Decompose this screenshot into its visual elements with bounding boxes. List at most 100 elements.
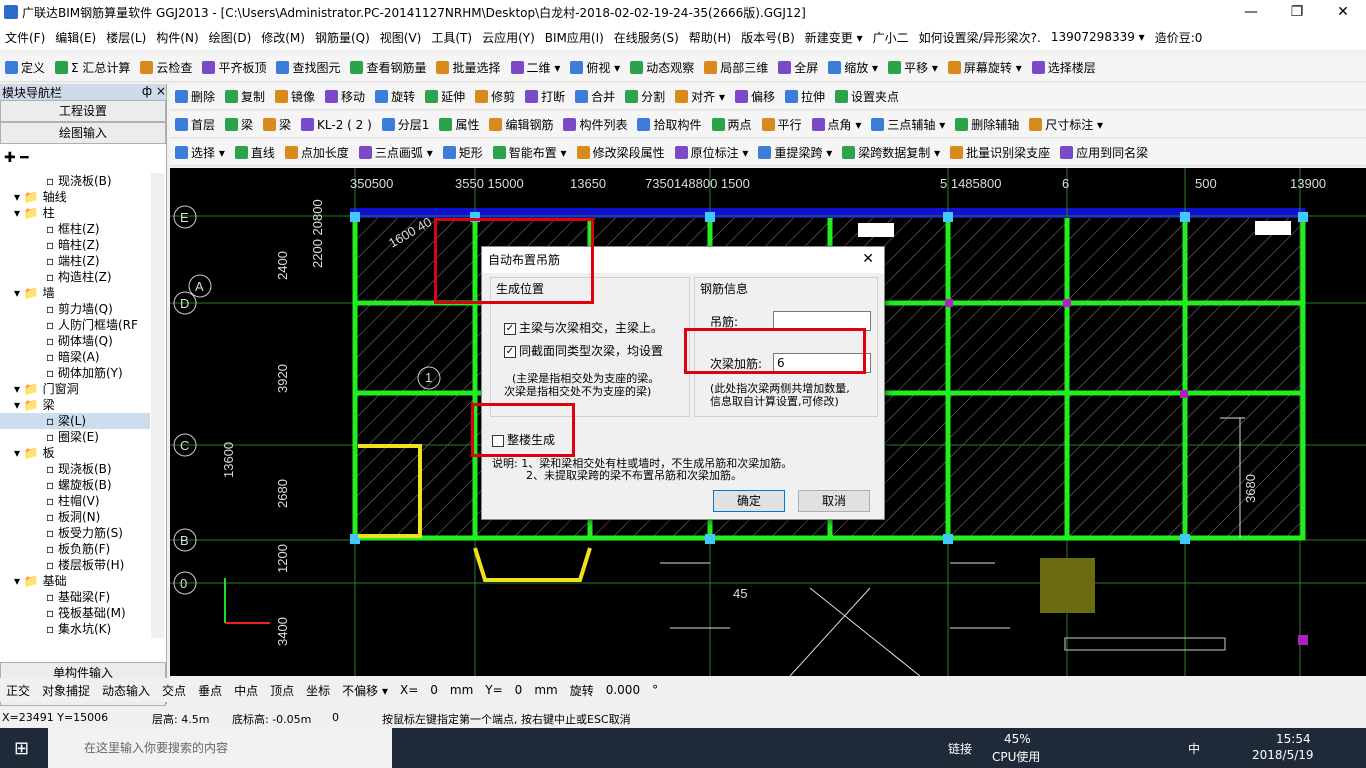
- toolbar2-button-5[interactable]: 延伸: [420, 88, 470, 105]
- menu-item-12[interactable]: 帮助(H): [684, 29, 736, 46]
- taskbar-search-box[interactable]: 在这里输入你要搜索的内容: [48, 728, 392, 768]
- toolbar2-button-11[interactable]: 偏移: [730, 88, 780, 105]
- status-item-13[interactable]: 0: [509, 683, 529, 697]
- restore-button[interactable]: ❐: [1274, 0, 1320, 24]
- tree-item[interactable]: ▫ 楼层板带(H): [0, 557, 150, 573]
- toolbar1-button-14[interactable]: 屏幕旋转 ▾: [943, 59, 1027, 76]
- ime-indicator[interactable]: 中: [1188, 740, 1200, 757]
- toolbar1-button-6[interactable]: 批量选择: [431, 59, 505, 76]
- toolbar1-button-5[interactable]: 查看钢筋量: [345, 59, 431, 76]
- toolbar4-button-3[interactable]: 三点画弧 ▾: [354, 144, 438, 161]
- clock-date[interactable]: 2018/5/19: [1252, 748, 1314, 762]
- toolbar1-button-1[interactable]: Σ 汇总计算: [50, 59, 135, 76]
- menu-item-15[interactable]: 广小二: [868, 29, 914, 46]
- status-item-2[interactable]: 动态输入: [96, 682, 156, 699]
- menu-item-7[interactable]: 视图(V): [375, 29, 427, 46]
- toolbar3-button-7[interactable]: 构件列表: [558, 116, 632, 133]
- toolbar2-button-13[interactable]: 设置夹点: [830, 88, 904, 105]
- toolbar3-button-10[interactable]: 平行: [757, 116, 807, 133]
- toolbar1-button-11[interactable]: 全屏: [773, 59, 823, 76]
- toolbar3-button-11[interactable]: 点角 ▾: [807, 116, 867, 133]
- status-item-14[interactable]: mm: [528, 683, 563, 697]
- tree-item[interactable]: ▫ 基础梁(F): [0, 589, 150, 605]
- toolbar1-button-8[interactable]: 俯视 ▾: [565, 59, 625, 76]
- main-secondary-checkbox[interactable]: ✓ 主梁与次梁相交，主梁上。: [504, 319, 663, 336]
- toolbar2-button-7[interactable]: 打断: [520, 88, 570, 105]
- same-section-checkbox[interactable]: ✓ 同截面同类型次梁，均设置: [504, 342, 663, 359]
- toolbar2-button-0[interactable]: 删除: [170, 88, 220, 105]
- toolbar3-button-8[interactable]: 拾取构件: [632, 116, 706, 133]
- tree-item[interactable]: ▫ 梁(L): [0, 413, 150, 429]
- toolbar4-button-9[interactable]: 梁跨数据复制 ▾: [837, 144, 945, 161]
- toolbar4-button-5[interactable]: 智能布置 ▾: [488, 144, 572, 161]
- status-item-12[interactable]: Y=: [479, 683, 508, 697]
- toolbar1-button-15[interactable]: 选择楼层: [1027, 59, 1101, 76]
- toolbar3-button-2[interactable]: 梁: [258, 116, 296, 133]
- toolbar3-button-9[interactable]: 两点: [707, 116, 757, 133]
- tree-item[interactable]: ▫ 框柱(Z): [0, 221, 150, 237]
- status-item-11[interactable]: mm: [444, 683, 479, 697]
- tree-item[interactable]: ▫ 人防门框墙(RF: [0, 317, 150, 333]
- tree-item[interactable]: ▾ 📁 基础: [0, 573, 150, 589]
- toolbar2-button-6[interactable]: 修剪: [470, 88, 520, 105]
- menu-item-11[interactable]: 在线服务(S): [609, 29, 684, 46]
- minimize-button[interactable]: —: [1228, 0, 1274, 24]
- toolbar1-button-13[interactable]: 平移 ▾: [883, 59, 943, 76]
- expand-collapse-icons[interactable]: ✚ ━: [0, 144, 166, 170]
- toolbar3-button-6[interactable]: 编辑钢筋: [484, 116, 558, 133]
- tree-item[interactable]: ▾ 📁 门窗洞: [0, 381, 150, 397]
- toolbar2-button-2[interactable]: 镜像: [270, 88, 320, 105]
- toolbar4-button-11[interactable]: 应用到同名梁: [1055, 144, 1153, 161]
- status-item-6[interactable]: 顶点: [264, 682, 300, 699]
- menu-item-14[interactable]: 新建变更 ▾: [800, 29, 868, 46]
- ok-button[interactable]: 确定: [713, 490, 785, 512]
- status-item-4[interactable]: 垂点: [192, 682, 228, 699]
- tree-item[interactable]: ▫ 集水坑(K): [0, 621, 150, 637]
- toolbar3-button-4[interactable]: 分层1: [377, 116, 435, 133]
- status-item-15[interactable]: 旋转: [564, 682, 600, 699]
- toolbar2-button-3[interactable]: 移动: [320, 88, 370, 105]
- status-item-8[interactable]: 不偏移 ▾: [336, 682, 394, 699]
- tree-item[interactable]: ▾ 📁 墙: [0, 285, 150, 301]
- menu-item-4[interactable]: 绘图(D): [204, 29, 257, 46]
- tree-item[interactable]: ▾ 📁 梁: [0, 397, 150, 413]
- toolbar3-button-5[interactable]: 属性: [434, 116, 484, 133]
- toolbar4-button-1[interactable]: 直线: [230, 144, 280, 161]
- taskbar-link[interactable]: 链接: [948, 740, 972, 757]
- toolbar2-button-1[interactable]: 复制: [220, 88, 270, 105]
- menu-item-8[interactable]: 工具(T): [426, 29, 477, 46]
- tree-item[interactable]: ▫ 砌体墙(Q): [0, 333, 150, 349]
- tree-item[interactable]: ▫ 现浇板(B): [0, 173, 150, 189]
- toolbar1-button-7[interactable]: 二维 ▾: [506, 59, 566, 76]
- cancel-button[interactable]: 取消: [798, 490, 870, 512]
- toolbar1-button-10[interactable]: 局部三维: [699, 59, 773, 76]
- tree-item[interactable]: ▫ 剪力墙(Q): [0, 301, 150, 317]
- status-item-1[interactable]: 对象捕捉: [36, 682, 96, 699]
- tree-item[interactable]: ▫ 板洞(N): [0, 509, 150, 525]
- toolbar1-button-9[interactable]: 动态观察: [625, 59, 699, 76]
- toolbar2-button-9[interactable]: 分割: [620, 88, 670, 105]
- menu-item-17[interactable]: 13907298339 ▾: [1046, 30, 1150, 44]
- project-settings-button[interactable]: 工程设置: [0, 100, 166, 122]
- toolbar4-button-6[interactable]: 修改梁段属性: [572, 144, 670, 161]
- tree-item[interactable]: ▫ 端柱(Z): [0, 253, 150, 269]
- toolbar3-button-1[interactable]: 梁: [220, 116, 258, 133]
- clock-time[interactable]: 15:54: [1276, 732, 1311, 746]
- menu-item-1[interactable]: 编辑(E): [50, 29, 101, 46]
- menu-item-6[interactable]: 钢筋量(Q): [310, 29, 375, 46]
- menu-item-9[interactable]: 云应用(Y): [477, 29, 540, 46]
- tree-item[interactable]: ▫ 砌体加筋(Y): [0, 365, 150, 381]
- status-item-10[interactable]: 0: [424, 683, 444, 697]
- toolbar4-button-7[interactable]: 原位标注 ▾: [670, 144, 754, 161]
- tree-item[interactable]: ▫ 筏板基础(M): [0, 605, 150, 621]
- tree-item[interactable]: ▫ 板负筋(F): [0, 541, 150, 557]
- menu-item-0[interactable]: 文件(F): [0, 29, 50, 46]
- tree-item[interactable]: ▫ 板受力筋(S): [0, 525, 150, 541]
- toolbar2-button-10[interactable]: 对齐 ▾: [670, 88, 730, 105]
- toolbar4-button-2[interactable]: 点加长度: [280, 144, 354, 161]
- toolbar3-button-14[interactable]: 尺寸标注 ▾: [1024, 116, 1108, 133]
- close-button[interactable]: ✕: [1320, 0, 1366, 24]
- toolbar1-button-4[interactable]: 查找图元: [271, 59, 345, 76]
- drawing-input-button[interactable]: 绘图输入: [0, 122, 166, 144]
- status-item-17[interactable]: °: [646, 683, 664, 697]
